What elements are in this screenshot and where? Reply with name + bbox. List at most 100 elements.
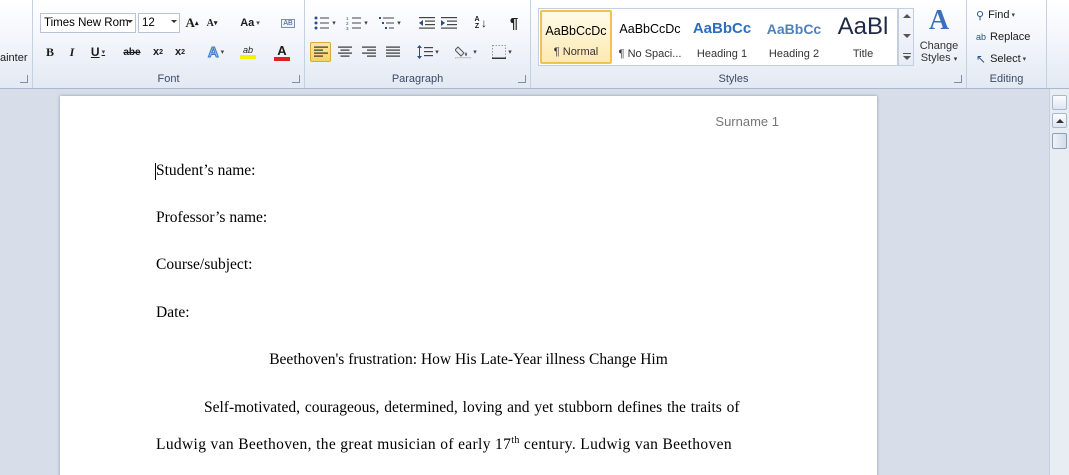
replace-icon: ab [976,31,987,42]
select-label: Select [990,53,1021,65]
svg-text:3: 3 [346,26,349,30]
ruler-toggle-icon[interactable] [1052,95,1067,110]
select-button[interactable]: ↖ Select ▾ [975,49,1039,69]
numbering-icon: 123 [346,16,362,30]
superscript-button[interactable]: x2 [171,42,189,62]
style-heading-1-preview: AaBbCc [692,20,752,37]
format-painter-button[interactable]: ainter [0,52,28,64]
change-case-button[interactable]: Aa ▾ [236,13,264,33]
select-icon: ↖ [976,52,987,66]
styles-group-label: Styles [718,73,749,85]
styles-gallery-scroll[interactable] [898,8,914,66]
sort-button[interactable]: A Z ↓ [469,13,491,33]
align-left-button[interactable] [310,42,331,62]
paragraph-line-1: Self-motivated, courageous, determined, … [204,399,740,416]
replace-label: Replace [990,31,1031,43]
decrease-indent-button[interactable] [417,13,437,33]
style-no-spacing-preview: AaBbCcDc [619,22,681,36]
style-no-spacing[interactable]: AaBbCcDc ¶ No Spaci... [614,10,686,64]
scroll-up-button[interactable] [1052,113,1067,128]
clipboard-group: ainter [0,0,33,88]
increase-indent-button[interactable] [439,13,459,33]
style-heading-2[interactable]: AaBbCc Heading 2 [758,10,830,64]
bold-button[interactable]: B [41,42,59,62]
change-case-icon: Aa [240,17,255,29]
numbering-button[interactable]: 1 2 3 ▾ [342,13,372,33]
grow-font-button[interactable]: A ▴ [183,13,201,33]
clipboard-launcher-icon[interactable] [20,75,28,83]
style-normal[interactable]: AaBbCcDc ¶ Normal [540,10,612,64]
gallery-more-icon[interactable] [903,53,911,54]
document-title: Beethoven's frustration: How His Late-Ye… [269,351,668,368]
date-line: Date: [156,304,190,321]
text-effects-button[interactable]: A ▾ [201,42,231,62]
pilcrow-icon: ¶ [509,14,519,32]
align-right-button[interactable] [358,42,379,62]
strikethrough-icon: abe [123,46,141,58]
find-label: Find [988,9,1010,21]
change-styles-label-1: Change [919,40,959,52]
styles-launcher-icon[interactable] [954,75,962,83]
justify-button[interactable] [382,42,403,62]
shading-button[interactable]: ▾ [451,42,481,62]
sort-icon: A Z [474,16,480,30]
strikethrough-button[interactable]: abe [121,42,143,62]
style-heading-2-preview: AaBbCc [766,21,822,37]
paragraph-group: ▾ 1 2 3 ▾ ▾ A Z ↓ ¶ ▾ ▾ ▾ Paragraph [305,0,531,88]
document-page[interactable]: Surname 1 Student’s name: Professor’s na… [60,96,877,475]
professor-name-line: Professor’s name: [156,209,268,226]
page-header: Surname 1 [715,114,779,129]
multilevel-list-button[interactable]: ▾ [375,13,405,33]
align-center-button[interactable] [334,42,355,62]
change-styles-button[interactable]: A Change Styles ▾ [916,6,962,70]
gallery-up-icon[interactable] [903,14,911,18]
italic-button[interactable]: I [63,42,81,62]
scroll-up-icon [1056,119,1064,123]
font-name-value: Times New Rom [44,17,129,29]
scroll-thumb[interactable] [1052,133,1067,149]
student-name-line: Student’s name: [156,162,256,179]
styles-gallery: AaBbCcDc ¶ Normal AaBbCcDc ¶ No Spaci...… [538,8,898,66]
subscript-button[interactable]: x2 [149,42,167,62]
change-styles-label-2: Styles [920,52,951,64]
grow-font-icon: A [185,15,195,30]
replace-button[interactable]: ab Replace [975,27,1045,47]
font-size-dropdown-icon[interactable] [171,20,177,23]
font-launcher-icon[interactable] [292,75,300,83]
highlight-button[interactable]: ab [233,42,263,62]
justify-icon [385,46,400,57]
underline-button[interactable]: U ▾ [85,42,111,62]
font-size-box[interactable]: 12 [138,13,180,33]
editing-group-label: Editing [989,73,1024,85]
paragraph-launcher-icon[interactable] [518,75,526,83]
style-heading-2-label: Heading 2 [768,48,820,60]
gallery-more-arrow-icon[interactable] [903,56,911,60]
decrease-indent-icon [419,17,435,29]
gallery-down-icon[interactable] [903,34,911,38]
clear-formatting-button[interactable]: AB [278,13,298,33]
style-normal-label: ¶ Normal [553,46,599,58]
font-name-box[interactable]: Times New Rom [40,13,136,33]
bullets-icon [314,16,330,30]
clear-formatting-icon: AB [281,18,295,28]
style-heading-1[interactable]: AaBbCc Heading 1 [686,10,758,64]
bullets-button[interactable]: ▾ [310,13,340,33]
line-spacing-button[interactable]: ▾ [413,42,443,62]
vertical-scrollbar[interactable] [1049,89,1069,475]
show-hide-button[interactable]: ¶ [504,13,524,33]
paragraph-line-2-start: Ludwig van Beethoven, the great musician… [156,436,512,454]
font-name-dropdown-icon[interactable] [127,20,133,23]
find-button[interactable]: ⚲ Find ▾ [975,5,1039,25]
style-title[interactable]: AaBl Title [827,10,899,64]
align-left-icon [313,46,328,57]
line-spacing-icon [417,45,434,59]
ordinal-suffix: th [511,435,520,446]
change-styles-icon: A [928,5,950,36]
style-title-label: Title [852,48,874,60]
borders-button[interactable]: ▾ [487,42,517,62]
borders-icon [492,45,507,59]
font-color-button[interactable]: A [267,42,297,62]
highlight-color-bar [240,55,256,59]
shrink-font-button[interactable]: A ▾ [203,13,221,33]
bold-icon: B [45,44,54,59]
